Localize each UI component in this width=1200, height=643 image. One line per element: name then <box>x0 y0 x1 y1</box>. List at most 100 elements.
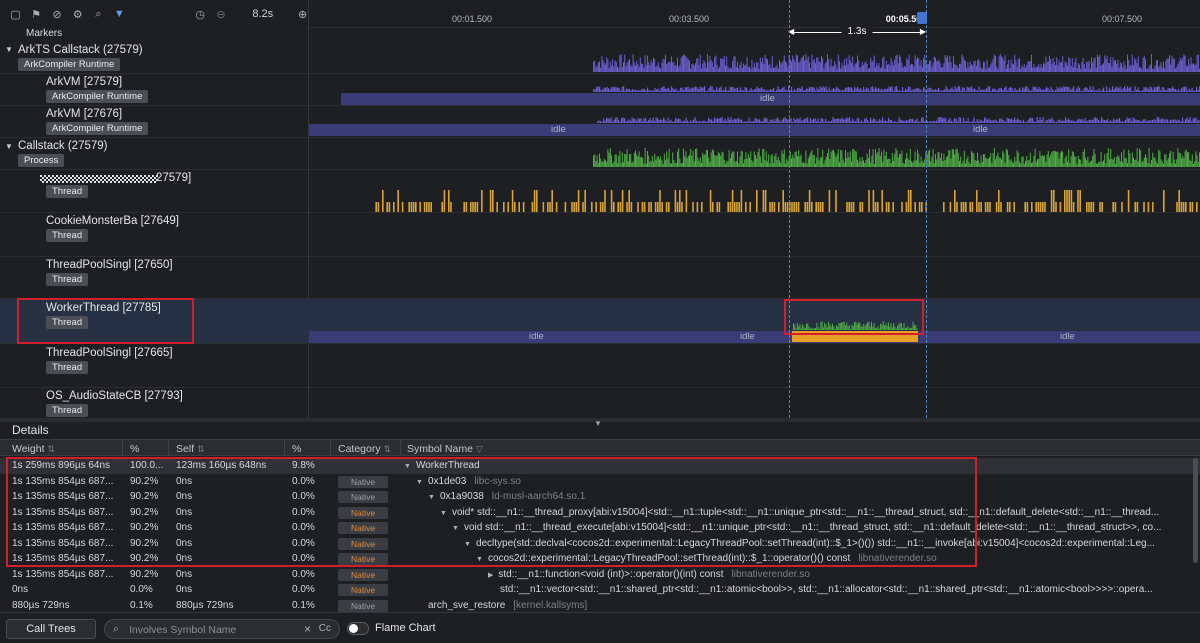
track-row[interactable]: CookieMonsterBa [27649] Thread <box>0 213 1200 257</box>
table-row[interactable]: 1s 135ms 854µs 687... 90.2% 0ns 0.0% Native ▶… <box>0 567 1200 583</box>
thread-slice <box>729 202 732 212</box>
thread-slice <box>630 202 633 212</box>
thread-slice <box>1050 190 1053 212</box>
thread-slice <box>650 202 652 212</box>
category-badge: Native <box>338 568 388 581</box>
thread-slice <box>492 190 494 212</box>
table-row[interactable]: 0ns 0.0% 0ns 0.0% Native std::__n1::vector<st… <box>0 582 1200 598</box>
clock-icon[interactable]: ◷ <box>195 8 206 21</box>
thread-slice <box>877 202 879 212</box>
search-input[interactable] <box>129 622 299 637</box>
thread-slice <box>1127 190 1130 212</box>
thread-slice <box>734 202 736 212</box>
thread-slice <box>591 202 593 212</box>
activity-spikes <box>593 86 1200 92</box>
flame-chart-toggle[interactable] <box>347 622 369 635</box>
thread-slice <box>1024 202 1026 212</box>
thread-slice <box>533 190 536 212</box>
thread-slice <box>1055 202 1057 212</box>
col-self-pct[interactable]: % <box>292 443 301 455</box>
track-row[interactable]: ArkVM [27676] ArkCompiler Runtime idle i… <box>0 106 1200 138</box>
track-row[interactable]: OS_AudioStateCB [27793] Thread <box>0 388 1200 418</box>
thread-slice <box>905 202 908 212</box>
thread-slice <box>628 190 630 212</box>
track-row[interactable]: ArkVM [27579] ArkCompiler Runtime idle <box>0 74 1200 106</box>
thread-slice <box>1101 202 1103 212</box>
caret-down-icon[interactable]: ▼ <box>5 142 13 151</box>
thread-slice <box>1070 190 1073 212</box>
caret-right-icon[interactable]: ▶ <box>488 572 493 579</box>
thread-slice <box>1013 202 1015 212</box>
thread-slice <box>921 202 923 212</box>
thread-slice <box>426 202 428 212</box>
track-row[interactable]: 27579] Thread <box>0 170 1200 213</box>
thread-slice <box>740 190 743 212</box>
thread-slice <box>791 202 793 212</box>
thread-slice <box>382 190 384 212</box>
zoom-out-icon[interactable]: ⊖ <box>216 8 227 21</box>
thread-slice <box>736 202 738 212</box>
scrollbar[interactable] <box>1193 458 1198 563</box>
track-row[interactable]: ▼ ArkTS Callstack (27579) ArkCompiler Ru… <box>0 41 1200 74</box>
activity-graph <box>593 54 1200 72</box>
thread-slice <box>564 202 567 212</box>
col-category[interactable]: Category ⇅ <box>338 443 391 455</box>
thread-slice <box>1163 190 1165 212</box>
zoom-in-icon[interactable]: ⊕ <box>297 8 308 21</box>
case-sensitive-toggle[interactable]: Cc <box>319 623 331 634</box>
track-row[interactable]: ThreadPoolSingl [27650] Thread <box>0 257 1200 299</box>
thread-slice <box>375 202 377 212</box>
clear-icon[interactable]: ⊘ <box>52 8 63 21</box>
thread-slice <box>621 190 624 212</box>
track-tag: ArkCompiler Runtime <box>46 90 149 103</box>
caret-down-icon[interactable]: ▼ <box>5 45 13 54</box>
thread-slice <box>522 202 525 212</box>
thread-slice <box>1191 202 1194 212</box>
flag-icon[interactable]: ⚑ <box>31 8 42 21</box>
thread-slice <box>978 202 980 212</box>
table-row[interactable]: 880µs 729ns 0.1% 880µs 729ns 0.1% Native arch… <box>0 598 1200 614</box>
idle-label: idle <box>973 124 988 135</box>
cell-symbol: arch_sve_restore [kernel.kallsyms] <box>416 600 1190 611</box>
highlight-box <box>17 298 194 344</box>
highlight-box <box>6 457 977 567</box>
col-symbol[interactable]: Symbol Name ▽ <box>407 443 483 455</box>
filter-icon[interactable]: ▼ <box>114 8 125 20</box>
symbol-search[interactable]: ⌕ × Cc <box>104 619 340 639</box>
track-row[interactable]: ▼ Callstack (27579) Process <box>0 138 1200 170</box>
thread-slice <box>980 202 982 212</box>
cell-pct: 0.0% <box>130 584 153 595</box>
call-trees-button[interactable]: Call Trees <box>6 619 96 639</box>
thread-slice <box>654 202 657 212</box>
thread-slice <box>716 202 718 212</box>
activity-spikes <box>593 148 1200 167</box>
thread-slice <box>1053 190 1055 212</box>
time-ruler[interactable]: 00:01.500 00:03.500 00:05.500 00:07.500 <box>309 0 1200 28</box>
search-icon[interactable]: ⌕ <box>93 8 104 21</box>
track-row[interactable]: ThreadPoolSingl [27665] Thread <box>0 344 1200 388</box>
thread-slice <box>771 202 773 212</box>
thread-slice <box>848 202 850 212</box>
thread-slice <box>514 202 516 212</box>
thread-slice <box>637 202 639 212</box>
track-tag: Thread <box>46 273 89 286</box>
col-self[interactable]: Self ⇅ <box>176 443 205 455</box>
thread-slice <box>518 202 520 212</box>
redacted-name <box>40 175 158 183</box>
thread-slice <box>914 202 916 212</box>
flame-chart-label: Flame Chart <box>375 622 436 634</box>
collapse-icon[interactable]: ▼ <box>594 419 602 428</box>
col-weight[interactable]: Weight ⇅ <box>12 443 55 455</box>
cell-symbol: ▶ std::__n1::function<void (int)>::operat… <box>488 569 1190 580</box>
clear-icon[interactable]: × <box>304 622 311 636</box>
record-icon[interactable]: ▢ <box>10 8 21 21</box>
thread-slice <box>907 190 910 212</box>
settings-icon[interactable]: ⚙ <box>72 8 83 21</box>
col-pct[interactable]: % <box>130 443 139 455</box>
cell-self-pct: 0.0% <box>292 568 315 580</box>
thread-slice <box>1000 202 1002 212</box>
thread-slice <box>428 202 430 212</box>
thread-slice <box>1044 202 1046 212</box>
details-title: Details <box>12 423 49 437</box>
thread-slice <box>701 202 703 212</box>
